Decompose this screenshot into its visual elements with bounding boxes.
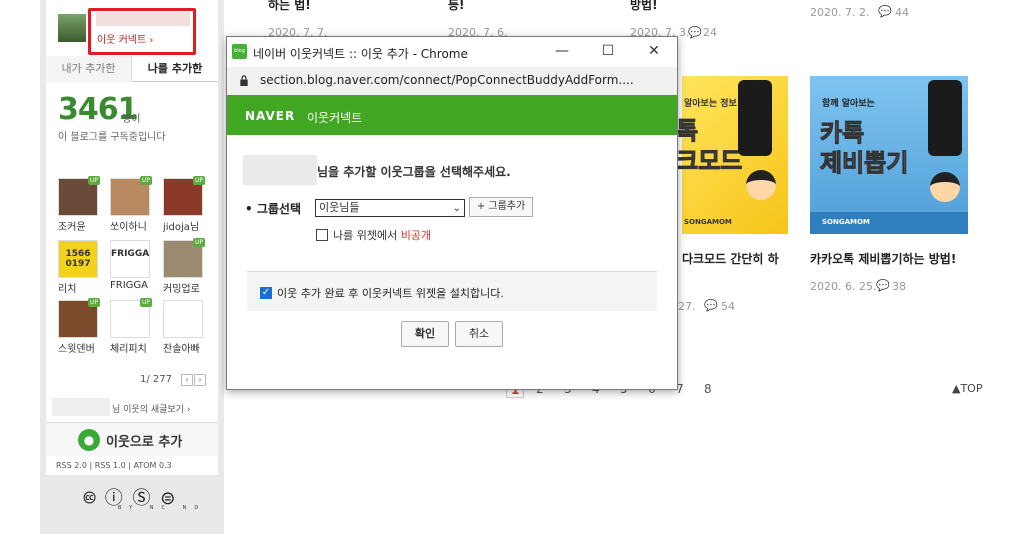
neighbor-item[interactable]: UP 쏘이하니	[110, 176, 152, 238]
lock-icon	[240, 75, 248, 86]
group-select-label: • 그룹선택	[245, 202, 302, 216]
neighbor-item[interactable]: UP 스윗덴버	[58, 298, 100, 360]
widget-install-label: 이웃 추가 완료 후 이웃커넥트 위젯을 설치합니다.	[277, 287, 504, 300]
neighbor-name: 쏘이하니	[110, 222, 147, 233]
neighbor-item[interactable]: 1566 0197 리치	[58, 240, 98, 300]
neighbor-name: 커밍업로	[163, 284, 200, 295]
neighbor-name: jidoja님	[163, 222, 200, 233]
chevron-down-icon: ⌄	[452, 203, 461, 214]
popup-window: blog 네이버 이웃커넥트 :: 이웃 추가 - Chrome — ☐ ✕ s…	[226, 36, 678, 390]
window-title: 네이버 이웃커넥트 :: 이웃 추가 - Chrome	[253, 47, 468, 61]
add-neighbor-label: 이웃으로 추가	[106, 435, 183, 450]
post-title-1[interactable]: 하는 법!	[268, 0, 311, 13]
phone-illustration	[928, 80, 962, 156]
private-widget-text: 나를 위젯에서	[333, 229, 401, 242]
tab-added-me[interactable]: 나를 추가한	[132, 56, 218, 82]
update-badge: UP	[192, 238, 205, 247]
neighbor-name: FRIGGA	[110, 280, 148, 291]
neighbor-connect-label: 이웃 커넥트 ›	[97, 35, 154, 46]
private-widget-checkbox[interactable]	[316, 229, 328, 241]
update-badge: UP	[192, 176, 205, 185]
update-badge: UP	[87, 298, 100, 307]
neighbor-avatar	[163, 300, 203, 338]
confirm-button[interactable]: 확인	[401, 321, 449, 347]
brand-text: SONGAMOM	[684, 218, 732, 226]
neighbor-new-posts-link[interactable]: 님 이웃의 새글보기 ›	[112, 402, 190, 415]
girl-illustration	[746, 170, 776, 200]
neighbor-name: 체리피치	[110, 344, 147, 355]
brand-text: SONGAMOM	[822, 218, 870, 226]
neighbor-name: 조커윤	[58, 222, 86, 233]
girl-illustration	[930, 172, 960, 202]
blog-icon: blog	[232, 44, 247, 59]
group-prompt: 님을 추가할 이웃그룹을 선택해주세요.	[317, 165, 511, 179]
neighbor-item[interactable]: FRIGGA FRIGGA	[110, 240, 150, 300]
add-group-button[interactable]: + 그룹추가	[469, 197, 533, 217]
post-title-lottery[interactable]: 카카오톡 제비뽑기하는 방법!	[810, 250, 956, 267]
rss-links[interactable]: RSS 2.0 | RSS 1.0 | ATOM 0.3	[56, 461, 172, 470]
thumb-right-top-text: 함께 알아보는	[822, 99, 875, 109]
phone-illustration	[738, 80, 772, 156]
private-widget-red-text: 비공개	[400, 229, 432, 242]
thumb-right-big-text: 카톡 제비뽑기	[819, 119, 909, 178]
minimize-button[interactable]: —	[547, 41, 577, 61]
pager-next-button[interactable]: ›	[194, 374, 206, 386]
post-comments-lottery: 38	[892, 280, 906, 293]
naver-logo: NAVER	[245, 109, 296, 123]
post-comments-darkmode: 54	[721, 300, 735, 313]
post-thumbnail-darkmode[interactable]: 알아보는 정보 톡 크모드 SONGAMOM	[675, 76, 788, 234]
cc-labels: BY NC ND	[118, 505, 207, 511]
group-select[interactable]: 이웃님들 ⌄	[315, 199, 465, 217]
user-icon: ●	[78, 429, 100, 451]
update-badge: UP	[87, 176, 100, 185]
blurred-name	[52, 398, 110, 416]
subscribe-text: 이 블로그를 구독중입니다	[58, 132, 166, 143]
post-title-darkmode[interactable]: 다크모드 간단히 하	[682, 250, 779, 267]
url-text[interactable]: section.blog.naver.com/connect/PopConnec…	[260, 73, 634, 87]
maximize-button[interactable]: ☐	[593, 41, 623, 61]
profile-image[interactable]	[58, 14, 86, 42]
pager-prev-button[interactable]: ‹	[181, 374, 193, 386]
private-widget-label: 나를 위젯에서 비공개	[333, 227, 431, 243]
update-badge: UP	[139, 298, 152, 307]
neighbor-name: 찬솔아빠	[163, 344, 200, 355]
blurred-blog-name	[243, 155, 317, 185]
neighbor-avatar: FRIGGA	[110, 240, 150, 278]
neighbor-item[interactable]: UP 조커윤	[58, 176, 100, 238]
update-badge: UP	[139, 176, 152, 185]
comment-icon: 💬	[876, 279, 890, 292]
neighbor-item[interactable]: 찬솔아빠	[163, 300, 203, 360]
neighbor-avatar: 1566 0197	[58, 240, 98, 278]
neighbor-pager: 1/ 277	[140, 374, 172, 385]
neighbor-item[interactable]: UP 체리피치	[110, 298, 152, 360]
tab-added-by-me[interactable]: 내가 추가한	[46, 56, 132, 82]
neighbor-name: 리치	[58, 284, 77, 295]
thumb-left-big-text: 톡 크모드	[675, 117, 743, 176]
post-comments-3: 24	[703, 26, 717, 39]
neighbor-connect-button[interactable]: 이웃 커넥트 ›	[88, 8, 196, 55]
neighbor-item[interactable]: UP jidoja님	[163, 176, 205, 238]
naver-service-name: 이웃커넥트	[307, 111, 363, 125]
comment-icon: 💬	[878, 5, 892, 18]
widget-install-checkbox[interactable]: ✓	[260, 287, 272, 299]
post-date-4: 2020. 7. 2.	[810, 6, 870, 19]
subscriber-count-unit: 명이	[122, 114, 141, 125]
thumb-left-top-text: 알아보는 정보	[684, 99, 737, 109]
comment-icon: 💬	[688, 26, 702, 39]
neighbor-item[interactable]: UP 커밍업로	[163, 238, 205, 300]
post-title-3[interactable]: 방법!	[630, 0, 658, 13]
top-link[interactable]: ▲TOP	[952, 382, 982, 395]
post-date-lottery: 2020. 6. 25.	[810, 280, 877, 293]
neighbor-name: 스윗덴버	[58, 344, 95, 355]
page-number[interactable]: 8	[704, 382, 712, 396]
neighbor-tabs: 내가 추가한 나를 추가한	[46, 56, 218, 82]
post-date-darkmode: 27.	[678, 300, 696, 313]
comment-icon: 💬	[704, 299, 718, 312]
post-comments-4: 44	[895, 6, 909, 19]
group-select-value: 이웃님들	[319, 201, 360, 214]
post-thumbnail-lottery[interactable]: 함께 알아보는 카톡 제비뽑기 SONGAMOM	[810, 76, 968, 234]
post-title-2[interactable]: 등!	[448, 0, 465, 13]
cancel-button[interactable]: 취소	[455, 321, 503, 347]
close-button[interactable]: ✕	[639, 41, 669, 61]
